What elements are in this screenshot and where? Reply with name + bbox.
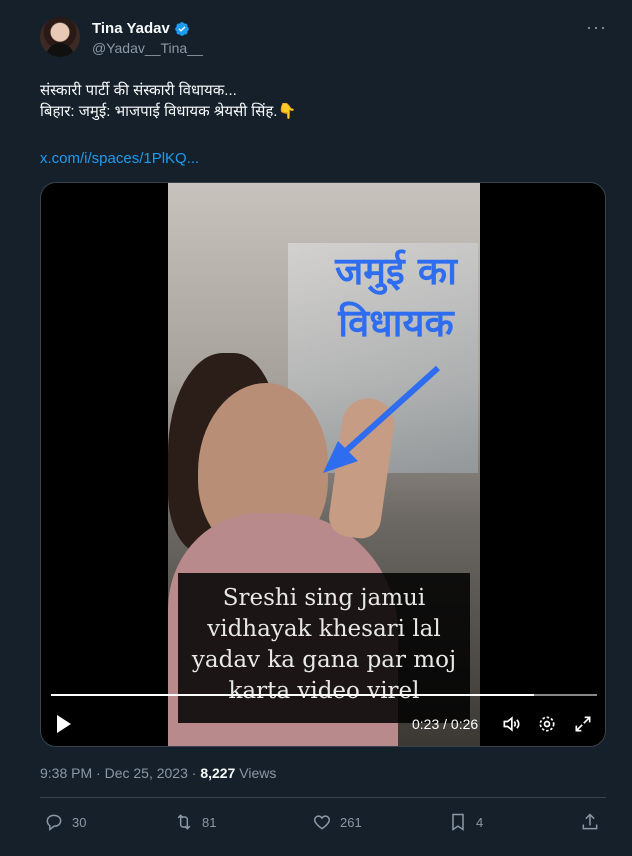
divider — [40, 797, 606, 798]
video-progress-bar[interactable] — [51, 694, 597, 696]
author-handle[interactable]: @Yadav__Tina__ — [92, 40, 203, 56]
share-button[interactable] — [580, 812, 600, 832]
verified-badge-icon — [174, 21, 189, 36]
like-button[interactable]: 261 — [312, 812, 362, 832]
video-time: 0:23 / 0:26 — [412, 716, 479, 732]
tweet-text: संस्कारी पार्टी की संस्कारी विधायक... बि… — [40, 82, 297, 120]
more-options-icon[interactable]: ··· — [586, 18, 606, 36]
settings-gear-icon[interactable] — [537, 714, 557, 734]
bookmark-icon — [452, 813, 464, 831]
share-icon — [582, 813, 598, 830]
video-progress-fill — [51, 694, 535, 696]
video-controls: 0:23 / 0:26 — [41, 703, 605, 746]
fullscreen-icon[interactable] — [573, 714, 593, 734]
avatar[interactable] — [40, 17, 80, 57]
tweet-link[interactable]: x.com/i/spaces/1PlKQ... — [40, 150, 199, 167]
reply-count: 30 — [72, 814, 87, 830]
video-overlay-title: जमुई का विधायक — [335, 249, 457, 345]
reply-button[interactable]: 30 — [44, 812, 86, 832]
views-label: Views — [235, 765, 277, 781]
bookmark-count: 4 — [476, 814, 484, 830]
views-count: 8,227 — [200, 765, 236, 781]
author-name[interactable]: Tina Yadav — [92, 20, 170, 37]
repost-button[interactable]: 81 — [174, 812, 216, 832]
tweet-timestamp[interactable]: 9:38 PM · Dec 25, 2023 · — [40, 765, 200, 781]
video-player[interactable]: जमुई का विधायक Sreshi sing jamui vidhaya… — [40, 182, 606, 747]
arrow-icon — [323, 365, 441, 473]
play-icon[interactable] — [57, 715, 71, 733]
author-name-row: Tina Yadav — [92, 20, 190, 37]
tweet-meta: 9:38 PM · Dec 25, 2023 · 8,227 Views — [40, 765, 276, 781]
volume-icon[interactable] — [501, 714, 521, 734]
video-frame[interactable]: जमुई का विधायक Sreshi sing jamui vidhaya… — [168, 183, 480, 746]
like-count: 261 — [340, 814, 362, 830]
reply-icon — [46, 814, 62, 832]
repost-count: 81 — [202, 814, 217, 830]
heart-icon — [313, 815, 331, 830]
repost-icon — [177, 814, 191, 830]
video-caption: Sreshi sing jamui vidhayak khesari lal y… — [178, 573, 470, 723]
action-bar: 30 81 261 4 — [40, 812, 606, 836]
bookmark-button[interactable]: 4 — [448, 812, 483, 832]
tweet: Tina Yadav @Yadav__Tina__ ··· संस्कारी प… — [0, 0, 632, 856]
